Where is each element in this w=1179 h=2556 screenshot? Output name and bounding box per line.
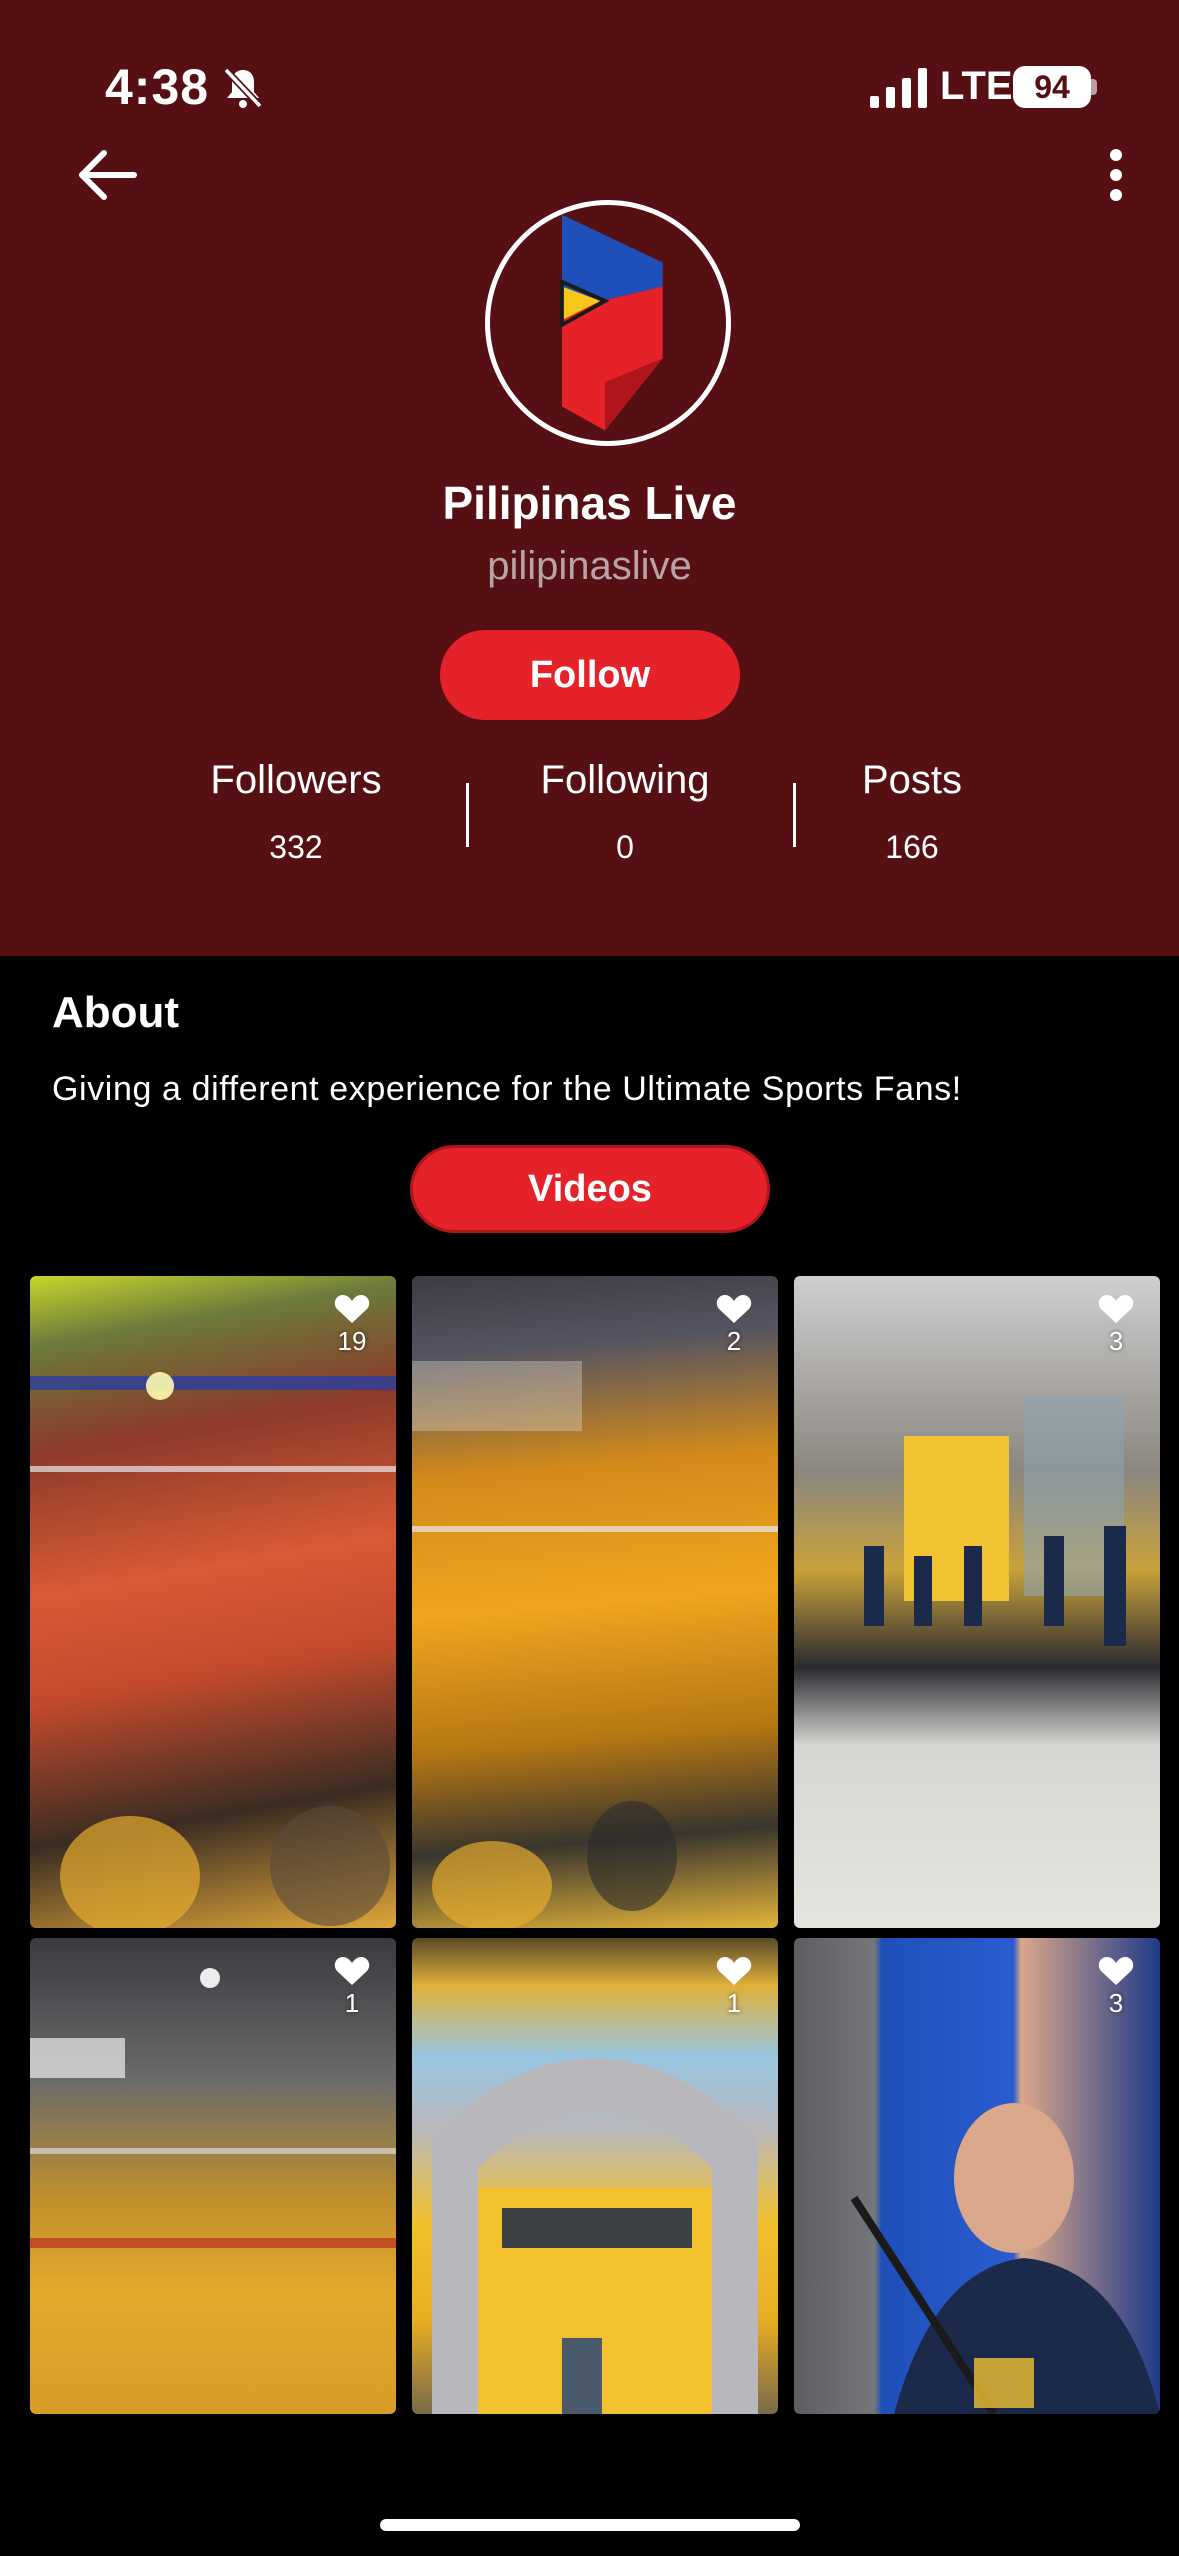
video-thumbnail[interactable]: 19	[30, 1276, 396, 1928]
status-bar: 4:38 LTE 94	[0, 0, 1179, 160]
video-thumbnail[interactable]: 2	[412, 1276, 778, 1928]
posts-stat[interactable]: Posts 166	[832, 758, 992, 866]
stat-divider	[466, 783, 469, 847]
lobby-dancers-image	[864, 1396, 1126, 1646]
posts-label: Posts	[861, 758, 963, 802]
heart-icon	[716, 1957, 752, 1985]
arena-crowd-image	[30, 1372, 396, 1928]
heart-icon	[1098, 1295, 1134, 1323]
network-type: LTE	[940, 64, 1013, 108]
arena-seats-image	[412, 1361, 778, 1928]
video-thumbnail[interactable]: 1	[30, 1938, 396, 2414]
posts-count: 166	[885, 829, 939, 865]
like-count-value: 2	[726, 1326, 742, 1356]
video-thumbnail[interactable]: 3	[794, 1938, 1160, 2414]
avatar	[485, 200, 731, 446]
pilipinas-live-logo	[560, 214, 663, 431]
back-arrow-icon[interactable]	[72, 140, 148, 210]
stat-divider	[793, 783, 796, 847]
battery-indicator: 94	[1013, 66, 1091, 108]
following-label: Following	[540, 758, 710, 802]
video-thumbnail[interactable]: 1	[412, 1938, 778, 2414]
bell-off-icon	[223, 67, 263, 109]
videos-tab-button[interactable]: Videos	[410, 1145, 770, 1233]
followers-count: 332	[269, 829, 323, 865]
like-count-value: 1	[726, 1988, 742, 2018]
heart-icon	[334, 1957, 370, 1985]
following-stat[interactable]: Following 0	[525, 758, 725, 866]
profile-header: 4:38 LTE 94 Pilipinas Live pilipinaslive…	[0, 0, 1179, 956]
signal-icon	[870, 68, 927, 108]
follow-button[interactable]: Follow	[440, 630, 740, 720]
following-count: 0	[616, 829, 634, 865]
like-count: 2	[714, 1294, 754, 1357]
like-count-value: 3	[1108, 1988, 1124, 2018]
video-thumbnail[interactable]: 3	[794, 1276, 1160, 1928]
followers-stat[interactable]: Followers 332	[196, 758, 396, 866]
profile-name: Pilipinas Live	[442, 477, 737, 529]
like-count: 1	[714, 1956, 754, 2019]
like-count-value: 1	[344, 1988, 360, 2018]
like-count: 19	[332, 1294, 372, 1357]
heart-icon	[1098, 1957, 1134, 1985]
like-count: 1	[332, 1956, 372, 2019]
more-options-icon[interactable]	[1096, 140, 1136, 210]
heart-icon	[716, 1295, 752, 1323]
battery-tip	[1091, 79, 1097, 95]
about-title: About	[52, 988, 180, 1037]
profile-handle: pilipinaslive	[487, 544, 692, 588]
like-count-value: 19	[337, 1326, 367, 1356]
home-indicator[interactable]	[380, 2519, 800, 2531]
like-count: 3	[1096, 1294, 1136, 1357]
followers-label: Followers	[210, 758, 382, 802]
like-count-value: 3	[1108, 1326, 1124, 1356]
status-time: 4:38	[105, 59, 210, 115]
about-description: Giving a different experience for the Ul…	[52, 1070, 962, 1108]
like-count: 3	[1096, 1956, 1136, 2019]
heart-icon	[334, 1295, 370, 1323]
